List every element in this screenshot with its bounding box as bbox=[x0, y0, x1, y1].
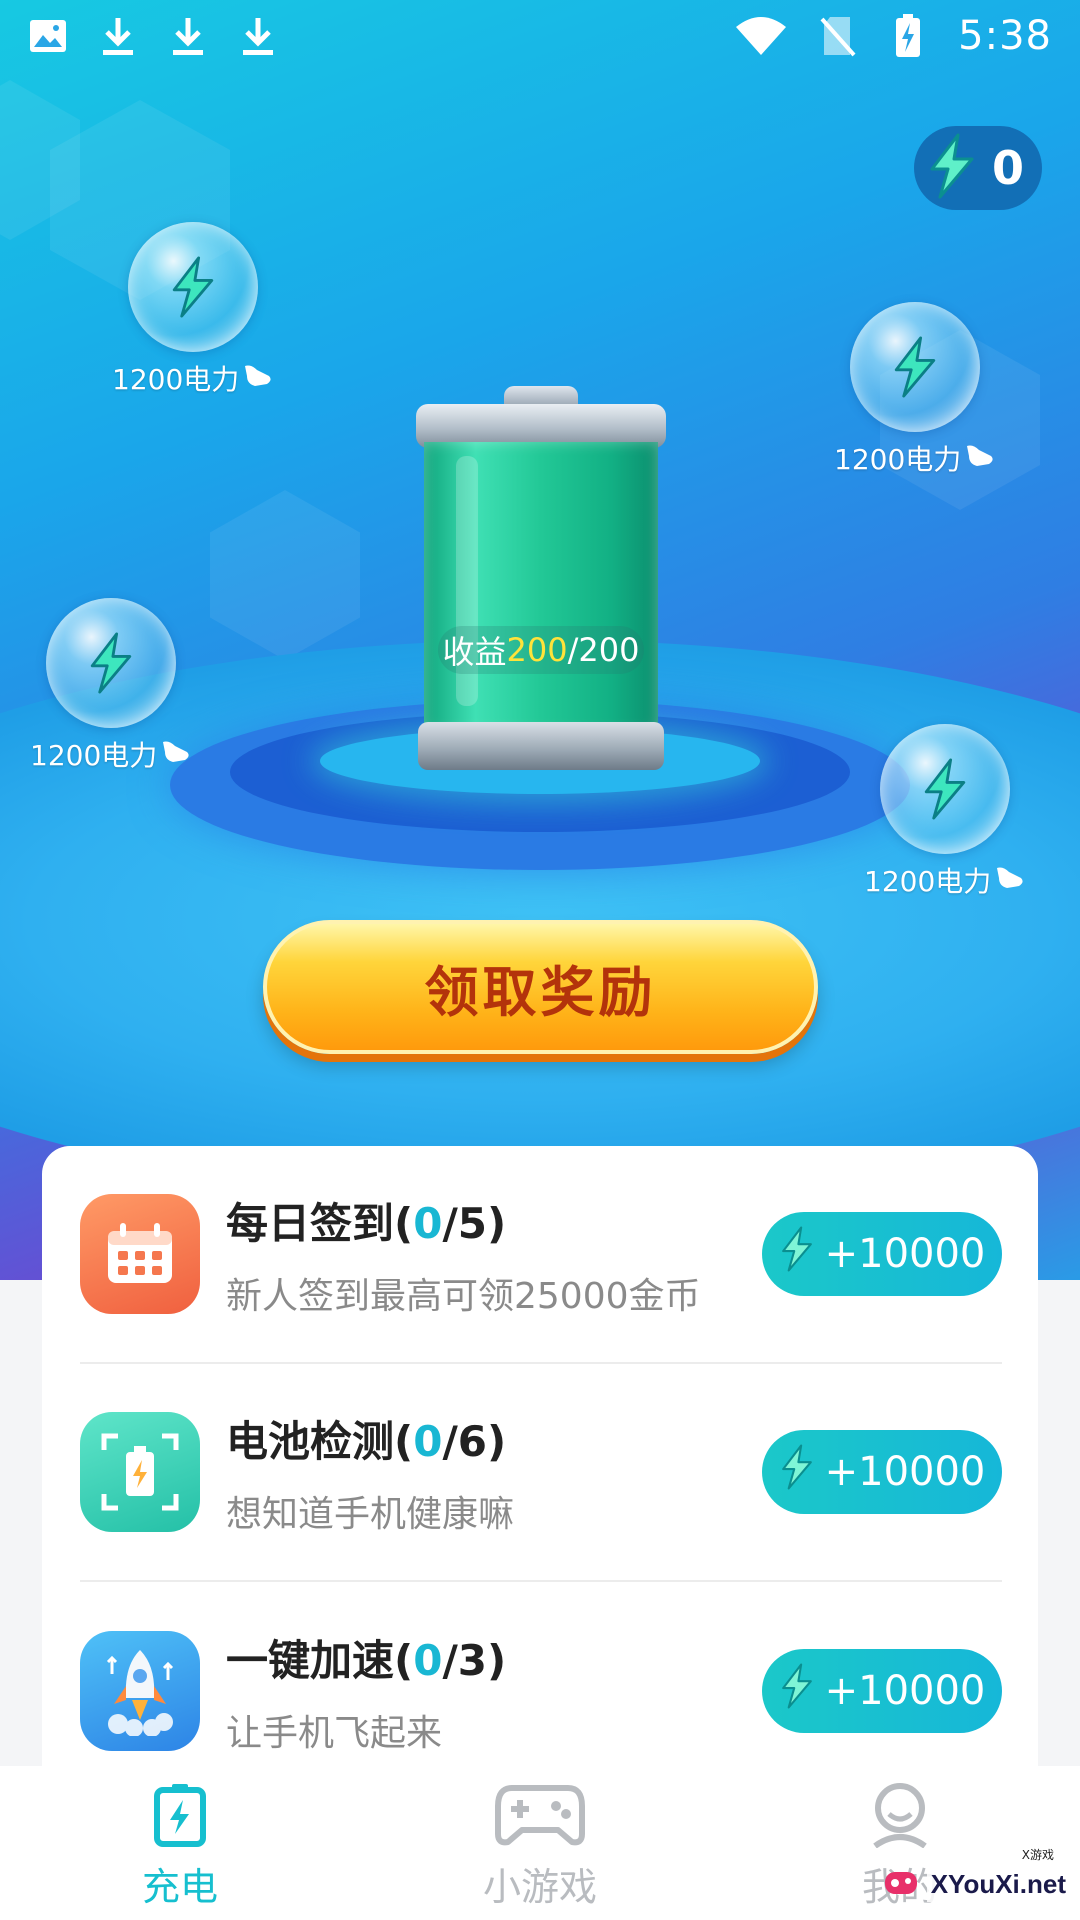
calendar-icon bbox=[80, 1194, 200, 1314]
task-progress-total: /5) bbox=[442, 1198, 507, 1248]
power-bubble[interactable]: 1200电力 bbox=[864, 724, 1025, 900]
power-bubble[interactable]: 1200电力 bbox=[834, 302, 995, 478]
gamepad-icon bbox=[494, 1782, 586, 1852]
watermark-small: X游戏 bbox=[1021, 1848, 1054, 1862]
claim-reward-button[interactable]: 领取奖励 bbox=[263, 920, 818, 1054]
watermark: XYouXi.net X游戏 bbox=[881, 1848, 1070, 1906]
earnings-total: /200 bbox=[567, 631, 640, 669]
task-list-card: 每日签到(0/5) 新人签到最高可领25000金币 +10000 电池检测(0/… bbox=[42, 1146, 1038, 1766]
task-subtitle: 让手机飞起来 bbox=[226, 1712, 443, 1754]
watermark-logo-icon bbox=[881, 1862, 921, 1906]
bubble-label: 1200电力 bbox=[864, 865, 992, 898]
lightning-icon bbox=[779, 1662, 815, 1720]
earnings-current: 200 bbox=[506, 631, 568, 669]
task-subtitle: 新人签到最高可领25000金币 bbox=[226, 1275, 701, 1317]
hexagon-decor bbox=[210, 490, 360, 660]
watermark-text: XYouXi.net bbox=[926, 1866, 1070, 1902]
task-progress: 0 bbox=[413, 1198, 443, 1248]
tap-hand-icon bbox=[995, 864, 1025, 897]
bubble-orb bbox=[45, 598, 176, 728]
task-title-text: 每日签到 bbox=[226, 1198, 395, 1248]
task-row[interactable]: 每日签到(0/5) 新人签到最高可领25000金币 +10000 bbox=[80, 1146, 1002, 1364]
battery-charge-icon bbox=[152, 1782, 208, 1852]
reward-amount: +10000 bbox=[824, 1668, 986, 1714]
bubble-orb bbox=[879, 724, 1010, 854]
power-balance[interactable]: 0 bbox=[914, 126, 1042, 210]
battery-scan-icon bbox=[80, 1412, 200, 1532]
task-progress: 0 bbox=[413, 1635, 443, 1685]
bubble-label: 1200电力 bbox=[30, 739, 158, 772]
lightning-icon bbox=[924, 758, 965, 820]
image-icon bbox=[28, 16, 68, 56]
battery-illustration bbox=[416, 386, 666, 776]
bubble-label: 1200电力 bbox=[112, 363, 240, 396]
download-icon bbox=[98, 16, 138, 56]
task-progress: 0 bbox=[413, 1416, 443, 1466]
reward-amount: +10000 bbox=[824, 1449, 986, 1495]
task-row[interactable]: 一键加速(0/3) 让手机飞起来 +10000 bbox=[80, 1582, 1002, 1766]
task-title-text: 一键加速 bbox=[226, 1635, 395, 1685]
reward-button[interactable]: +10000 bbox=[762, 1430, 1002, 1514]
nav-label: 充电 bbox=[141, 1864, 218, 1909]
task-title: 每日签到(0/5) bbox=[226, 1190, 762, 1251]
lightning-icon bbox=[779, 1225, 815, 1283]
battery-charging-icon bbox=[888, 14, 928, 57]
tap-hand-icon bbox=[965, 442, 995, 475]
wifi-icon bbox=[734, 16, 788, 56]
rocket-icon bbox=[80, 1631, 200, 1751]
task-progress-total: /6) bbox=[442, 1416, 507, 1466]
tap-hand-icon bbox=[161, 738, 191, 771]
task-title: 电池检测(0/6) bbox=[226, 1408, 762, 1469]
lightning-icon bbox=[779, 1443, 815, 1501]
status-bar: 5:38 bbox=[0, 0, 1080, 72]
nav-tab-games[interactable]: 小游戏 bbox=[420, 1782, 660, 1911]
bubble-label: 1200电力 bbox=[834, 443, 962, 476]
task-progress-open: ( bbox=[394, 1635, 414, 1685]
reward-amount: +10000 bbox=[824, 1231, 986, 1277]
download-icon bbox=[238, 16, 278, 56]
battery-base bbox=[418, 722, 664, 770]
nav-label: 小游戏 bbox=[482, 1864, 597, 1909]
task-progress-total: /3) bbox=[442, 1635, 507, 1685]
reward-button[interactable]: +10000 bbox=[762, 1212, 1002, 1296]
bubble-orb bbox=[127, 222, 258, 352]
task-title-text: 电池检测 bbox=[226, 1416, 395, 1466]
tap-hand-icon bbox=[243, 362, 273, 395]
nav-tab-charge[interactable]: 充电 bbox=[60, 1782, 300, 1911]
download-icon bbox=[168, 16, 208, 56]
task-title: 一键加速(0/3) bbox=[226, 1627, 762, 1688]
reward-button[interactable]: +10000 bbox=[762, 1649, 1002, 1733]
power-bubble[interactable]: 1200电力 bbox=[30, 598, 191, 774]
earnings-label: 收益 200/200 bbox=[438, 626, 644, 674]
task-progress-open: ( bbox=[394, 1198, 414, 1248]
lightning-icon bbox=[172, 256, 213, 318]
no-sim-icon bbox=[818, 16, 858, 57]
lightning-icon bbox=[926, 133, 978, 203]
power-bubble[interactable]: 1200电力 bbox=[112, 222, 273, 398]
lightning-icon bbox=[90, 632, 131, 694]
task-row[interactable]: 电池检测(0/6) 想知道手机健康嘛 +10000 bbox=[80, 1364, 1002, 1582]
earnings-prefix: 收益 bbox=[442, 633, 507, 671]
power-balance-value: 0 bbox=[992, 141, 1025, 195]
task-subtitle: 想知道手机健康嘛 bbox=[226, 1493, 515, 1535]
task-progress-open: ( bbox=[394, 1416, 414, 1466]
bubble-orb bbox=[849, 302, 980, 432]
lightning-icon bbox=[894, 336, 935, 398]
profile-icon bbox=[867, 1782, 933, 1852]
status-time: 5:38 bbox=[958, 13, 1052, 59]
